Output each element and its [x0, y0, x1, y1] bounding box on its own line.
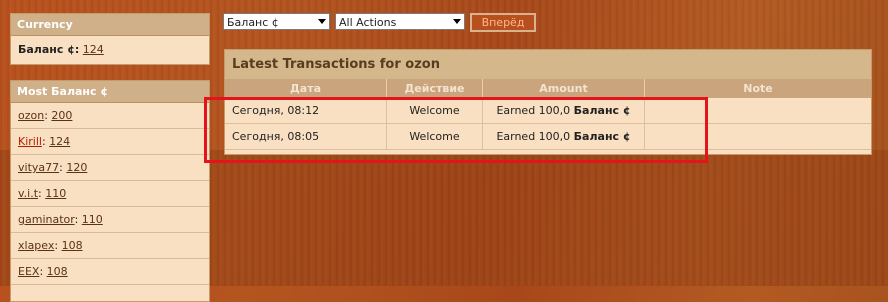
go-button[interactable]: Вперёд — [470, 13, 536, 32]
chevron-down-icon — [453, 19, 461, 24]
currency-select[interactable]: Баланс ¢ — [223, 13, 330, 30]
balance-label: Баланс ¢: — [18, 43, 80, 56]
user-link[interactable]: ozon — [18, 109, 44, 122]
user-link[interactable]: v.i.t — [18, 187, 38, 200]
chevron-down-icon — [318, 19, 326, 24]
list-item: v.i.t: 110 — [11, 181, 209, 207]
value-link[interactable]: 124 — [49, 135, 70, 148]
table-header: Дата Действие Amount Note — [225, 79, 871, 98]
value-link[interactable]: 200 — [51, 109, 72, 122]
column-header-action: Действие — [387, 79, 483, 98]
column-header-amount: Amount — [483, 79, 645, 98]
transactions-title: Latest Transactions for ozon — [225, 50, 871, 79]
list-item: vitya77: 120 — [11, 155, 209, 181]
list-item: xlapex: 108 — [11, 233, 209, 259]
value-link[interactable]: 110 — [82, 213, 103, 226]
list-item: ozon: 200 — [11, 103, 209, 129]
user-link[interactable]: xlapex — [18, 239, 54, 252]
user-link[interactable]: vitya77 — [18, 161, 59, 174]
list-item: gaminator: 110 — [11, 207, 209, 233]
value-link[interactable]: 108 — [47, 265, 68, 278]
user-link[interactable]: gaminator — [18, 213, 75, 226]
highlight-rectangle — [204, 97, 708, 163]
most-balance-box: Most Баланс ¢ ozon: 200 Kirill: 124 vity… — [10, 80, 210, 302]
currency-select-value: Баланс ¢ — [227, 16, 279, 29]
value-link[interactable]: 108 — [62, 239, 83, 252]
user-link[interactable]: Kirill — [18, 135, 42, 148]
column-header-note: Note — [743, 82, 773, 95]
most-balance-title: Most Баланс ¢ — [11, 81, 209, 103]
actions-select-value: All Actions — [339, 16, 397, 29]
currency-box-title: Currency — [11, 14, 209, 36]
list-item: EEX: 108 — [11, 259, 209, 285]
balance-value-link[interactable]: 124 — [83, 43, 104, 56]
value-link[interactable]: 110 — [45, 187, 66, 200]
actions-select[interactable]: All Actions — [335, 13, 465, 30]
column-header-date: Дата — [225, 79, 387, 98]
value-link[interactable]: 120 — [66, 161, 87, 174]
user-link[interactable]: EEX — [18, 265, 39, 278]
currency-balance-row: Баланс ¢: 124 — [11, 36, 209, 63]
list-item: Kirill: 124 — [11, 129, 209, 155]
currency-box: Currency Баланс ¢: 124 — [10, 13, 210, 65]
